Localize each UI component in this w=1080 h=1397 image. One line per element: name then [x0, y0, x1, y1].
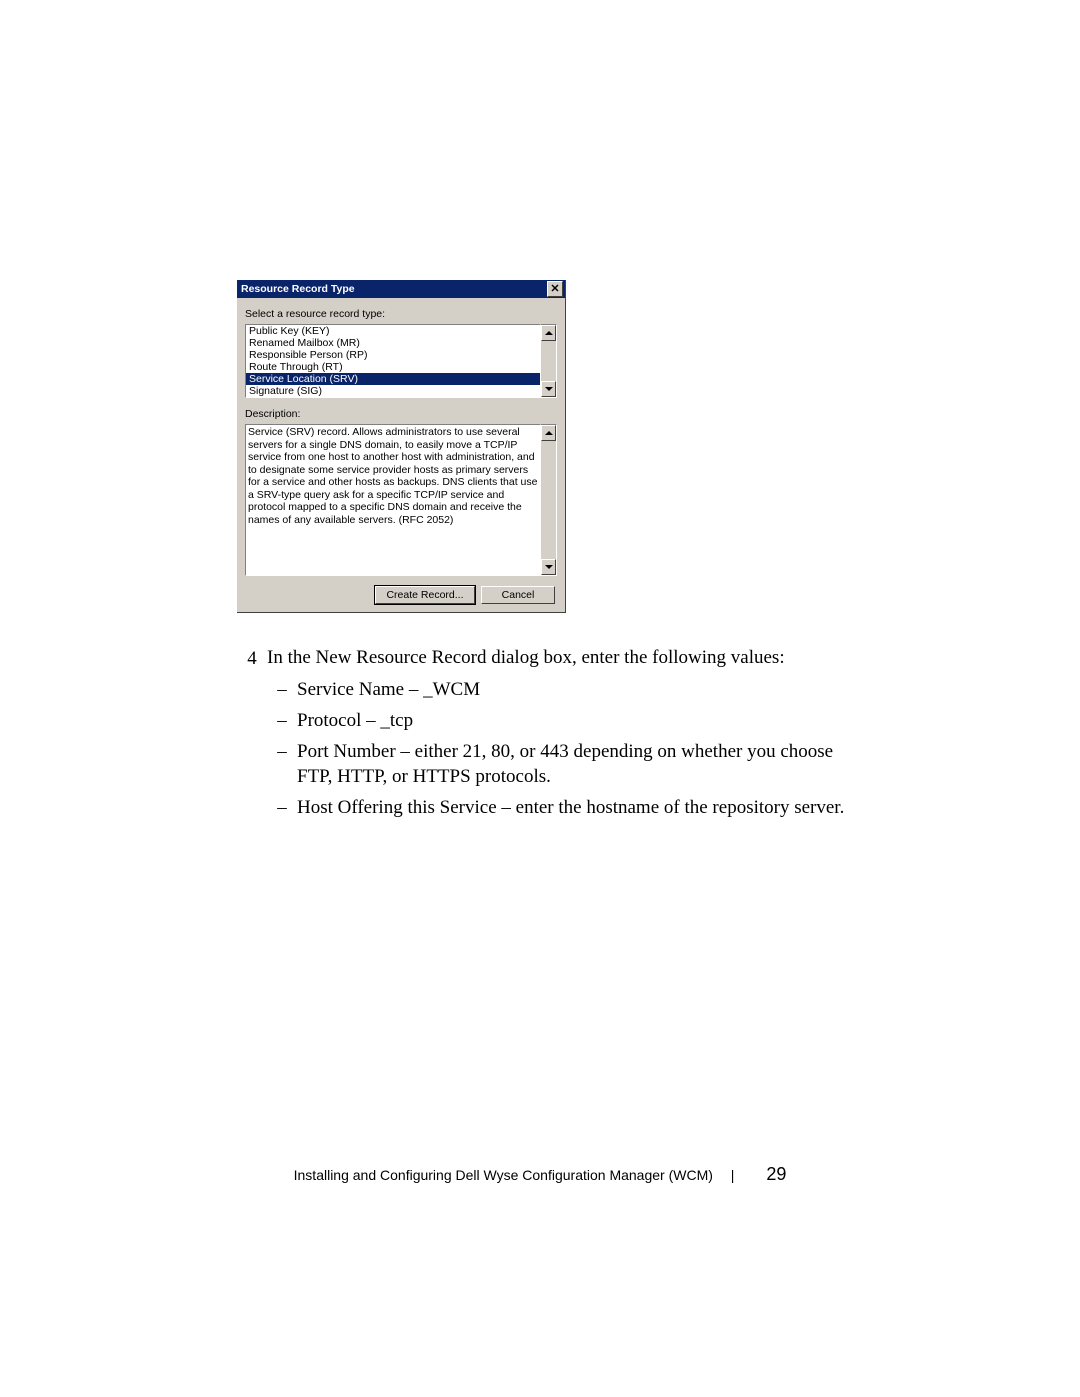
record-type-list[interactable]: Public Key (KEY)Renamed Mailbox (MR)Resp…	[245, 324, 541, 398]
close-icon[interactable]: ✕	[547, 281, 563, 297]
list-item[interactable]: Renamed Mailbox (MR)	[246, 337, 540, 349]
list-item[interactable]: Responsible Person (RP)	[246, 349, 540, 361]
footer-separator: |	[731, 1167, 735, 1183]
chevron-up-icon	[545, 331, 553, 335]
list-item[interactable]: Route Through (RT)	[246, 361, 540, 373]
scroll-down-button[interactable]	[541, 559, 556, 575]
create-record-button[interactable]: Create Record...	[375, 586, 475, 604]
list-item[interactable]: Signature (SIG)	[246, 385, 540, 397]
bullet-text: Protocol – _tcp	[297, 708, 847, 733]
dialog-titlebar: Resource Record Type ✕	[237, 280, 565, 298]
list-item[interactable]: Service Location (SRV)	[246, 373, 540, 385]
resource-record-type-dialog: Resource Record Type ✕ Select a resource…	[237, 280, 566, 613]
document-body: 4 In the New Resource Record dialog box,…	[237, 645, 847, 820]
scroll-down-button[interactable]	[541, 381, 556, 397]
list-item: –Protocol – _tcp	[267, 708, 847, 733]
bullet-text: Port Number – either 21, 80, or 443 depe…	[297, 739, 847, 789]
footer-text: Installing and Configuring Dell Wyse Con…	[294, 1167, 713, 1183]
step-text: In the New Resource Record dialog box, e…	[267, 645, 785, 671]
description-label: Description:	[245, 408, 557, 420]
description-text: Service (SRV) record. Allows administrat…	[245, 424, 541, 576]
step-number: 4	[237, 645, 267, 671]
scroll-up-button[interactable]	[541, 425, 556, 441]
scroll-up-button[interactable]	[541, 325, 556, 341]
bullet-dash: –	[267, 795, 297, 820]
bullet-dash: –	[267, 677, 297, 702]
page-footer: Installing and Configuring Dell Wyse Con…	[0, 1164, 1080, 1185]
chevron-up-icon	[545, 431, 553, 435]
chevron-down-icon	[545, 565, 553, 569]
cancel-button[interactable]: Cancel	[481, 586, 555, 604]
bullet-text: Host Offering this Service – enter the h…	[297, 795, 847, 820]
chevron-down-icon	[545, 387, 553, 391]
description-scrollbar[interactable]	[541, 424, 557, 576]
bullet-dash: –	[267, 708, 297, 733]
list-item[interactable]: Public Key (KEY)	[246, 325, 540, 337]
list-item: –Port Number – either 21, 80, or 443 dep…	[267, 739, 847, 789]
list-item: –Service Name – _WCM	[267, 677, 847, 702]
select-type-label: Select a resource record type:	[245, 308, 557, 320]
list-scrollbar[interactable]	[541, 324, 557, 398]
bullet-dash: –	[267, 739, 297, 789]
list-item: –Host Offering this Service – enter the …	[267, 795, 847, 820]
dialog-title: Resource Record Type	[241, 283, 355, 295]
bullet-text: Service Name – _WCM	[297, 677, 847, 702]
page-number: 29	[766, 1164, 786, 1184]
